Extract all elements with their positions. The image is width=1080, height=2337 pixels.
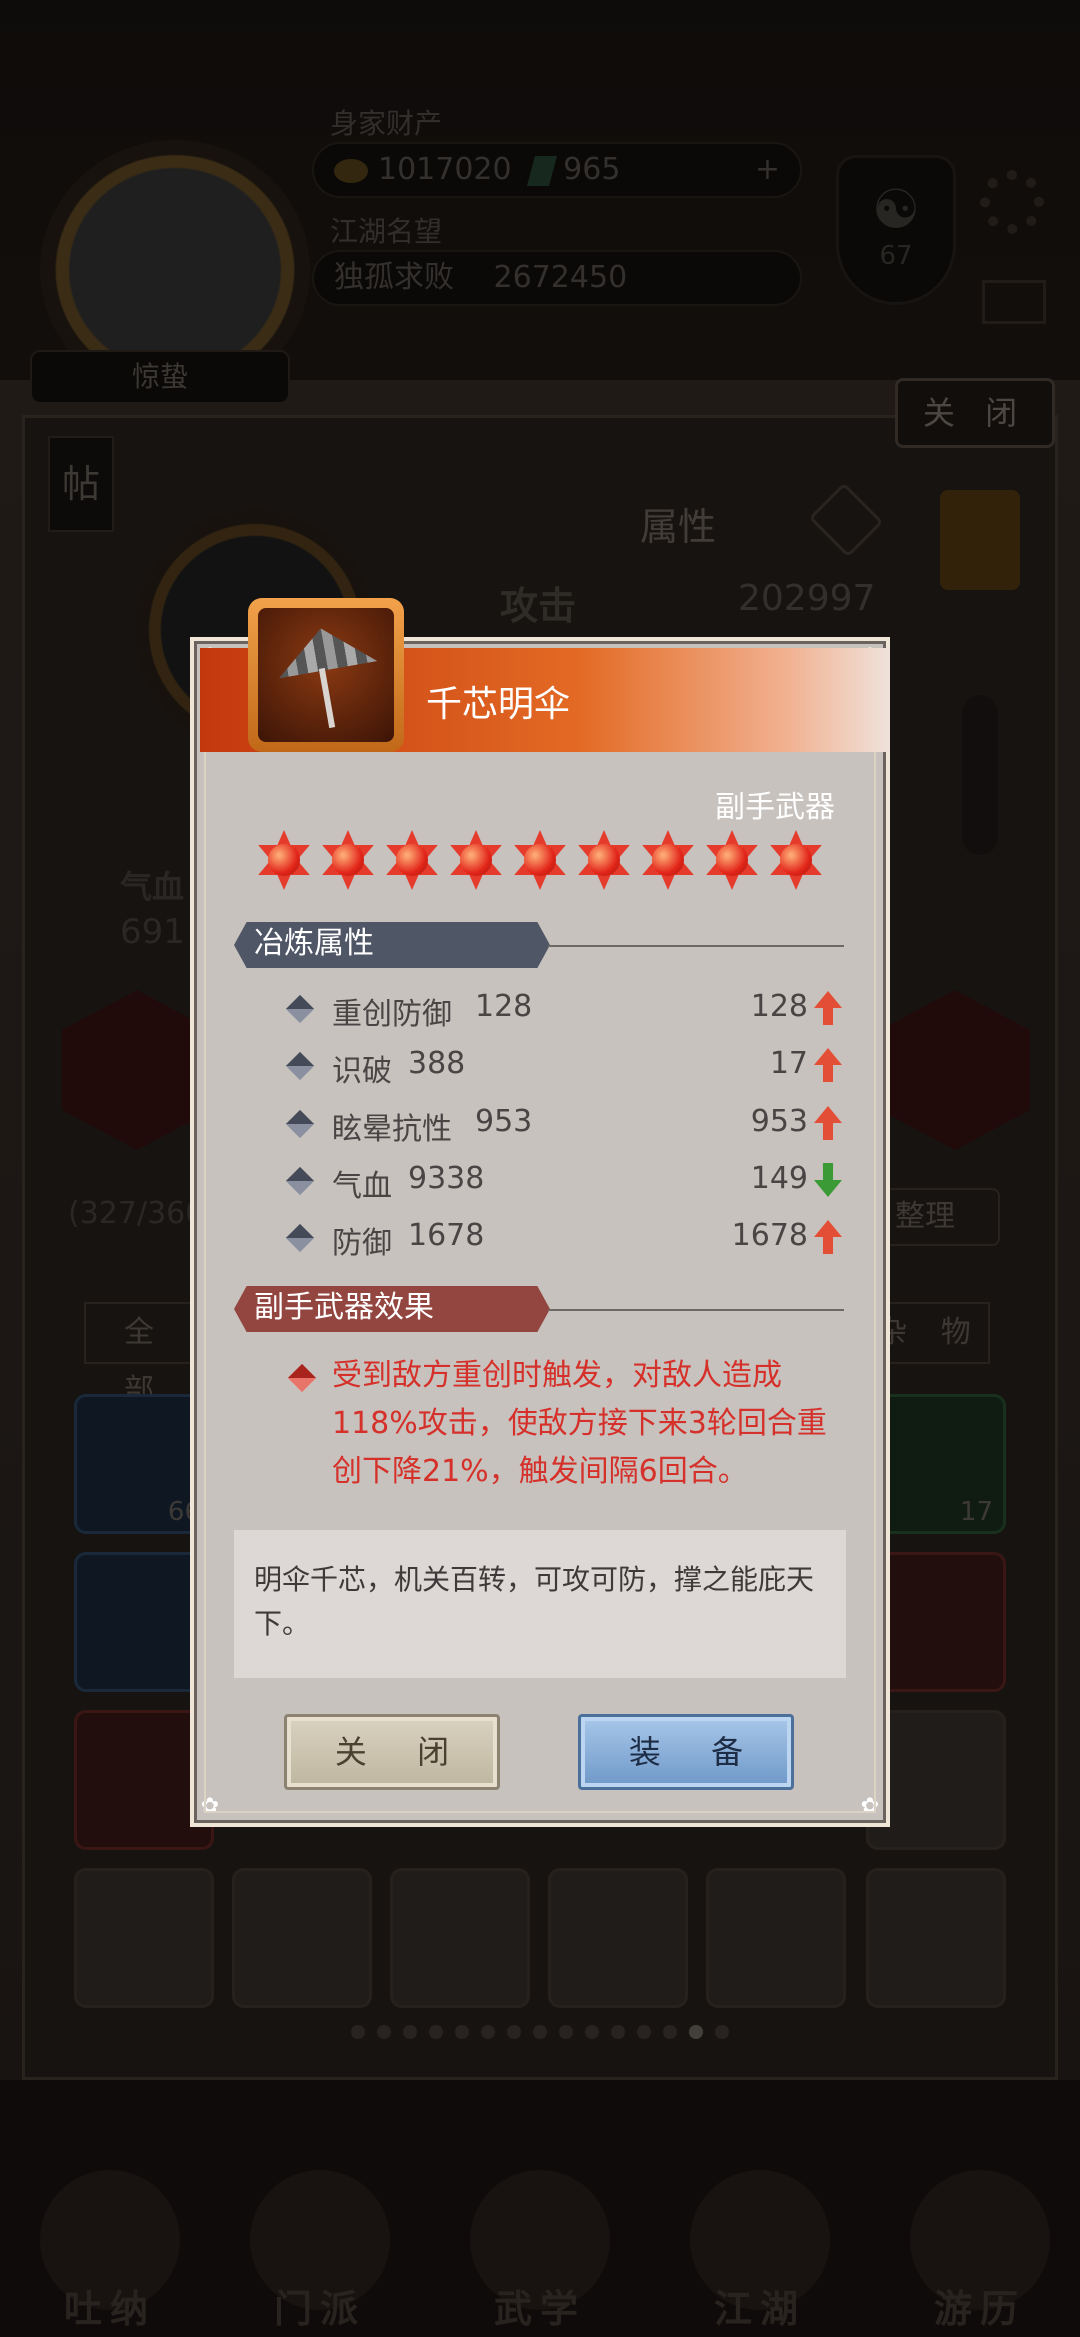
- arrow-up-icon: [814, 1106, 842, 1140]
- stat-row: 防御 1678 1678: [285, 1214, 842, 1262]
- star-icon: [254, 830, 314, 890]
- diamond-icon: [285, 1109, 315, 1139]
- diamond-icon: [285, 994, 315, 1024]
- section-divider: [548, 1309, 844, 1311]
- corner-ornament: ✿: [860, 1794, 880, 1819]
- corner-ornament: ✿: [200, 1794, 220, 1819]
- arrow-up-icon: [814, 1048, 842, 1082]
- stat-row: 重创防御 128 128: [285, 985, 842, 1033]
- star-icon: [510, 830, 570, 890]
- stat-name: 气血: [332, 1169, 392, 1204]
- stat-value: 953: [475, 1104, 533, 1139]
- star-icon: [382, 830, 442, 890]
- item-flavor-text: 明伞千芯，机关百转，可攻可防，撑之能庇天下。: [234, 1530, 846, 1678]
- stat-delta: 953: [750, 1104, 808, 1139]
- stat-name: 防御: [332, 1226, 392, 1261]
- stat-delta: 1678: [731, 1218, 808, 1253]
- stat-row: 识破 388 17: [285, 1042, 842, 1090]
- diamond-icon: [285, 1051, 315, 1081]
- stat-name: 重创防御: [332, 997, 452, 1032]
- star-icon: [766, 830, 826, 890]
- star-icon: [318, 830, 378, 890]
- stat-name: 识破: [332, 1054, 392, 1089]
- stat-delta: 128: [750, 989, 808, 1024]
- item-name: 千芯明伞: [426, 684, 571, 725]
- stat-row: 眩晕抗性 953 953: [285, 1100, 842, 1148]
- diamond-icon: [285, 1223, 315, 1253]
- stat-value: 9338: [408, 1161, 485, 1196]
- star-icon: [446, 830, 506, 890]
- star-icon: [702, 830, 762, 890]
- stat-value: 1678: [408, 1218, 485, 1253]
- arrow-down-icon: [814, 1163, 842, 1197]
- equip-button[interactable]: 装 备: [578, 1714, 794, 1790]
- stat-value: 388: [408, 1046, 466, 1081]
- diamond-icon: [285, 1166, 315, 1196]
- close-button[interactable]: 关 闭: [284, 1714, 500, 1790]
- item-type: 副手武器: [715, 790, 835, 825]
- effect-section-title: 副手武器效果: [234, 1286, 550, 1332]
- arrow-up-icon: [814, 1220, 842, 1254]
- stat-name: 眩晕抗性: [332, 1112, 452, 1147]
- section-divider: [548, 945, 844, 947]
- stat-delta: 149: [750, 1161, 808, 1196]
- refine-section-title: 冶炼属性: [234, 922, 550, 968]
- arrow-up-icon: [814, 991, 842, 1025]
- star-icon: [574, 830, 634, 890]
- stat-row: 气血 9338 149: [285, 1157, 842, 1205]
- star-icon: [638, 830, 698, 890]
- stat-value: 128: [475, 989, 533, 1024]
- effect-description: 受到敌方重创时触发，对敌人造成118%攻击，使敌方接下来3轮回合重创下降21%，…: [332, 1358, 827, 1489]
- item-icon: [248, 598, 404, 752]
- stat-delta: 17: [769, 1046, 808, 1081]
